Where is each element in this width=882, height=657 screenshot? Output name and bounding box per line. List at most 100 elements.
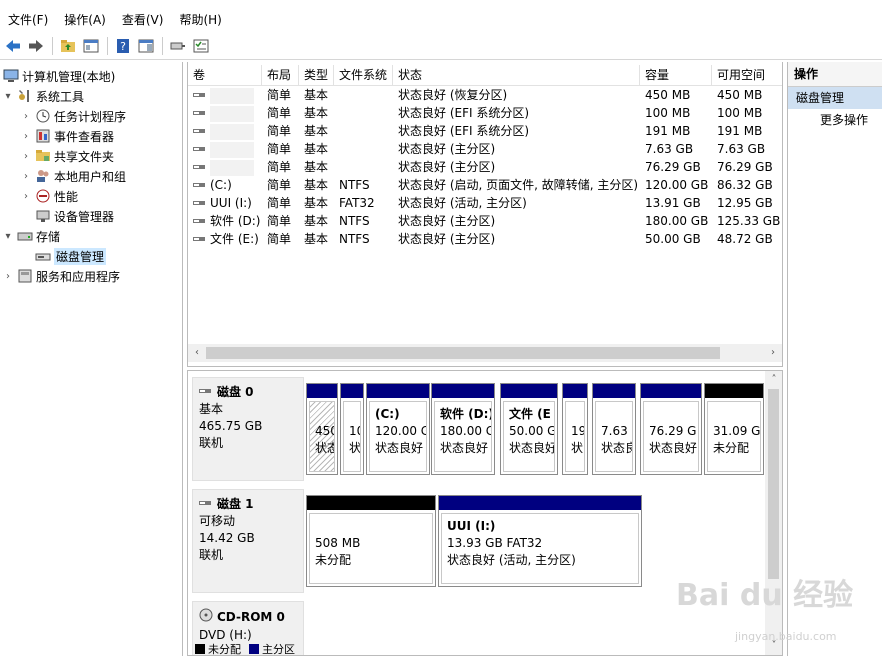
disk-type: 可移动: [199, 514, 236, 528]
up-folder-button[interactable]: [57, 35, 79, 57]
expand-chevron-icon[interactable]: ›: [20, 111, 32, 122]
drive-icon: [193, 123, 207, 141]
table-cell: 状态良好 (主分区): [398, 214, 496, 228]
table-cell: 简单: [267, 232, 292, 246]
horizontal-scrollbar[interactable]: ‹ ›: [188, 344, 782, 362]
table-row[interactable]: 文件 (E:) 简单 基本 NTFS 状态良好 (主分区) 50.00 GB 48.72 G…: [188, 230, 782, 248]
tree-node-2[interactable]: › 任务计划程序: [20, 106, 126, 126]
expand-chevron-icon[interactable]: ›: [20, 151, 32, 162]
table-cell: 文件 (E:): [188, 230, 262, 248]
tree-node-1[interactable]: ▾ 系统工具: [2, 86, 84, 106]
expand-chevron-icon[interactable]: ▾: [2, 91, 14, 102]
partition-body: 450 状态: [309, 401, 335, 472]
actions-section-disk-management[interactable]: 磁盘管理: [788, 87, 882, 109]
partition-block[interactable]: 450 状态: [306, 383, 338, 475]
table-cell: 简单: [267, 178, 292, 192]
menu-file[interactable]: 文件(F): [0, 8, 56, 32]
partition-block[interactable]: 7.63 G 状态良: [592, 383, 636, 475]
help-button[interactable]: ?: [112, 35, 134, 57]
tree-node-label: 服务和应用程序: [36, 269, 121, 284]
disk-name: 磁盘 0: [199, 384, 303, 401]
partition-status: 状态良: [601, 441, 632, 455]
shared-folder-icon: [36, 150, 50, 161]
table-row[interactable]: 简单 基本 状态良好 (主分区) 76.29 GB 76.29 GB: [188, 158, 782, 176]
legend-swatch-unallocated: [195, 644, 205, 654]
table-row[interactable]: 简单 基本 状态良好 (恢复分区) 450 MB 450 MB: [188, 86, 782, 104]
partition-status: 状态良好: [375, 441, 424, 455]
disk-info-1[interactable]: 磁盘 1 可移动 14.42 GB 联机: [192, 489, 304, 593]
column-header-4[interactable]: 状态: [393, 65, 640, 85]
table-cell: 状态良好 (主分区): [398, 232, 496, 246]
partition-block[interactable]: 文件 (E 50.00 G 状态良好: [500, 383, 558, 475]
partition-block[interactable]: (C:) 120.00 G 状态良好: [366, 383, 430, 475]
table-cell: 125.33 GB: [717, 214, 781, 228]
disk-name: 磁盘 1: [199, 496, 303, 513]
table-cell: 191 MB: [717, 124, 763, 138]
forward-button[interactable]: [25, 35, 47, 57]
watermark-url: jingyan.baidu.com: [735, 630, 837, 643]
actions-pane: 操作 磁盘管理 更多操作: [787, 62, 882, 656]
tree-node-5[interactable]: › 本地用户和组: [20, 166, 126, 186]
disk-info-0[interactable]: 磁盘 0 基本 465.75 GB 联机: [192, 377, 304, 481]
partition-body: (C:) 120.00 G 状态良好: [369, 401, 427, 472]
tree-node-10[interactable]: › 服务和应用程序: [2, 266, 120, 286]
partition-block[interactable]: UUI (I:) 13.93 GB FAT32 状态良好 (活动, 主分区): [438, 495, 642, 587]
tree-node-3[interactable]: › 事件查看器: [20, 126, 114, 146]
scroll-left-icon[interactable]: ‹: [188, 344, 206, 362]
scroll-up-icon[interactable]: ˄: [765, 371, 782, 389]
tools-icon: [19, 90, 29, 102]
checklist-button[interactable]: [190, 35, 212, 57]
tree-node-4[interactable]: › 共享文件夹: [20, 146, 114, 166]
tree-node-label: 本地用户和组: [54, 169, 127, 184]
menu-action[interactable]: 操作(A): [56, 8, 114, 32]
partition-type-bar: [307, 384, 337, 398]
partition-block[interactable]: 31.09 G 未分配: [704, 383, 764, 475]
expand-chevron-icon[interactable]: ›: [20, 191, 32, 202]
show-hide-tree-button[interactable]: [80, 35, 102, 57]
partition-legend: 未分配 主分区: [187, 642, 783, 656]
tree-node-label: 存储: [36, 229, 61, 244]
tree-node-8[interactable]: ▾ 存储: [2, 226, 60, 246]
column-header-6[interactable]: 可用空间: [712, 65, 782, 85]
expand-chevron-icon[interactable]: ›: [20, 171, 32, 182]
partition-block[interactable]: 19 状: [562, 383, 588, 475]
partition-block[interactable]: 76.29 G 状态良好: [640, 383, 702, 475]
partition-block[interactable]: 10 状: [340, 383, 364, 475]
tree-node-9[interactable]: 磁盘管理: [20, 246, 107, 266]
connect-button[interactable]: [167, 35, 189, 57]
table-row[interactable]: 简单 基本 状态良好 (EFI 系统分区) 191 MB 191 MB: [188, 122, 782, 141]
scroll-right-icon[interactable]: ›: [764, 344, 782, 362]
partition-block[interactable]: 508 MB 未分配: [306, 495, 436, 587]
table-cell: 12.95 GB: [717, 196, 773, 210]
partition-type-bar: [593, 384, 635, 398]
table-row[interactable]: (C:) 简单 基本 NTFS 状态良好 (启动, 页面文件, 故障转储, 主分区) 12…: [188, 176, 782, 194]
table-row[interactable]: 软件 (D:) 简单 基本 NTFS 状态良好 (主分区) 180.00 GB 125.33…: [188, 212, 782, 230]
menu-view[interactable]: 查看(V): [114, 8, 172, 32]
table-row[interactable]: 简单 基本 状态良好 (EFI 系统分区) 100 MB 100 MB: [188, 104, 782, 122]
table-row[interactable]: UUI (I:) 简单 基本 FAT32 状态良好 (活动, 主分区) 13.91 GB 1…: [188, 194, 782, 212]
scroll-thumb[interactable]: [206, 347, 720, 359]
partition-type-bar: [501, 384, 557, 398]
partition-title: [315, 406, 334, 423]
column-header-0[interactable]: 卷: [188, 65, 262, 85]
expand-chevron-icon[interactable]: ›: [2, 271, 14, 282]
scroll-thumb[interactable]: [768, 389, 779, 579]
table-row[interactable]: 简单 基本 状态良好 (主分区) 7.63 GB 7.63 GB: [188, 140, 782, 158]
tree-node-0[interactable]: 计算机管理(本地): [0, 66, 115, 86]
properties-button[interactable]: [135, 35, 157, 57]
partition-block[interactable]: 软件 (D:) 180.00 G 状态良好: [431, 383, 495, 475]
tree-node-7[interactable]: 设备管理器: [20, 206, 114, 226]
column-header-2[interactable]: 类型: [299, 65, 334, 85]
actions-header: 操作: [788, 62, 882, 87]
partition-body: 76.29 G 状态良好: [643, 401, 699, 472]
column-header-1[interactable]: 布局: [262, 65, 299, 85]
expand-chevron-icon[interactable]: ›: [20, 131, 32, 142]
back-button[interactable]: [2, 35, 24, 57]
menu-help[interactable]: 帮助(H): [171, 8, 229, 32]
more-actions-link[interactable]: 更多操作: [788, 109, 882, 131]
column-header-5[interactable]: 容量: [640, 65, 712, 85]
tree-node-6[interactable]: › 性能: [20, 186, 78, 206]
event-viewer-icon: [35, 128, 51, 144]
column-header-3[interactable]: 文件系统: [334, 65, 393, 85]
expand-chevron-icon[interactable]: ▾: [2, 231, 14, 242]
